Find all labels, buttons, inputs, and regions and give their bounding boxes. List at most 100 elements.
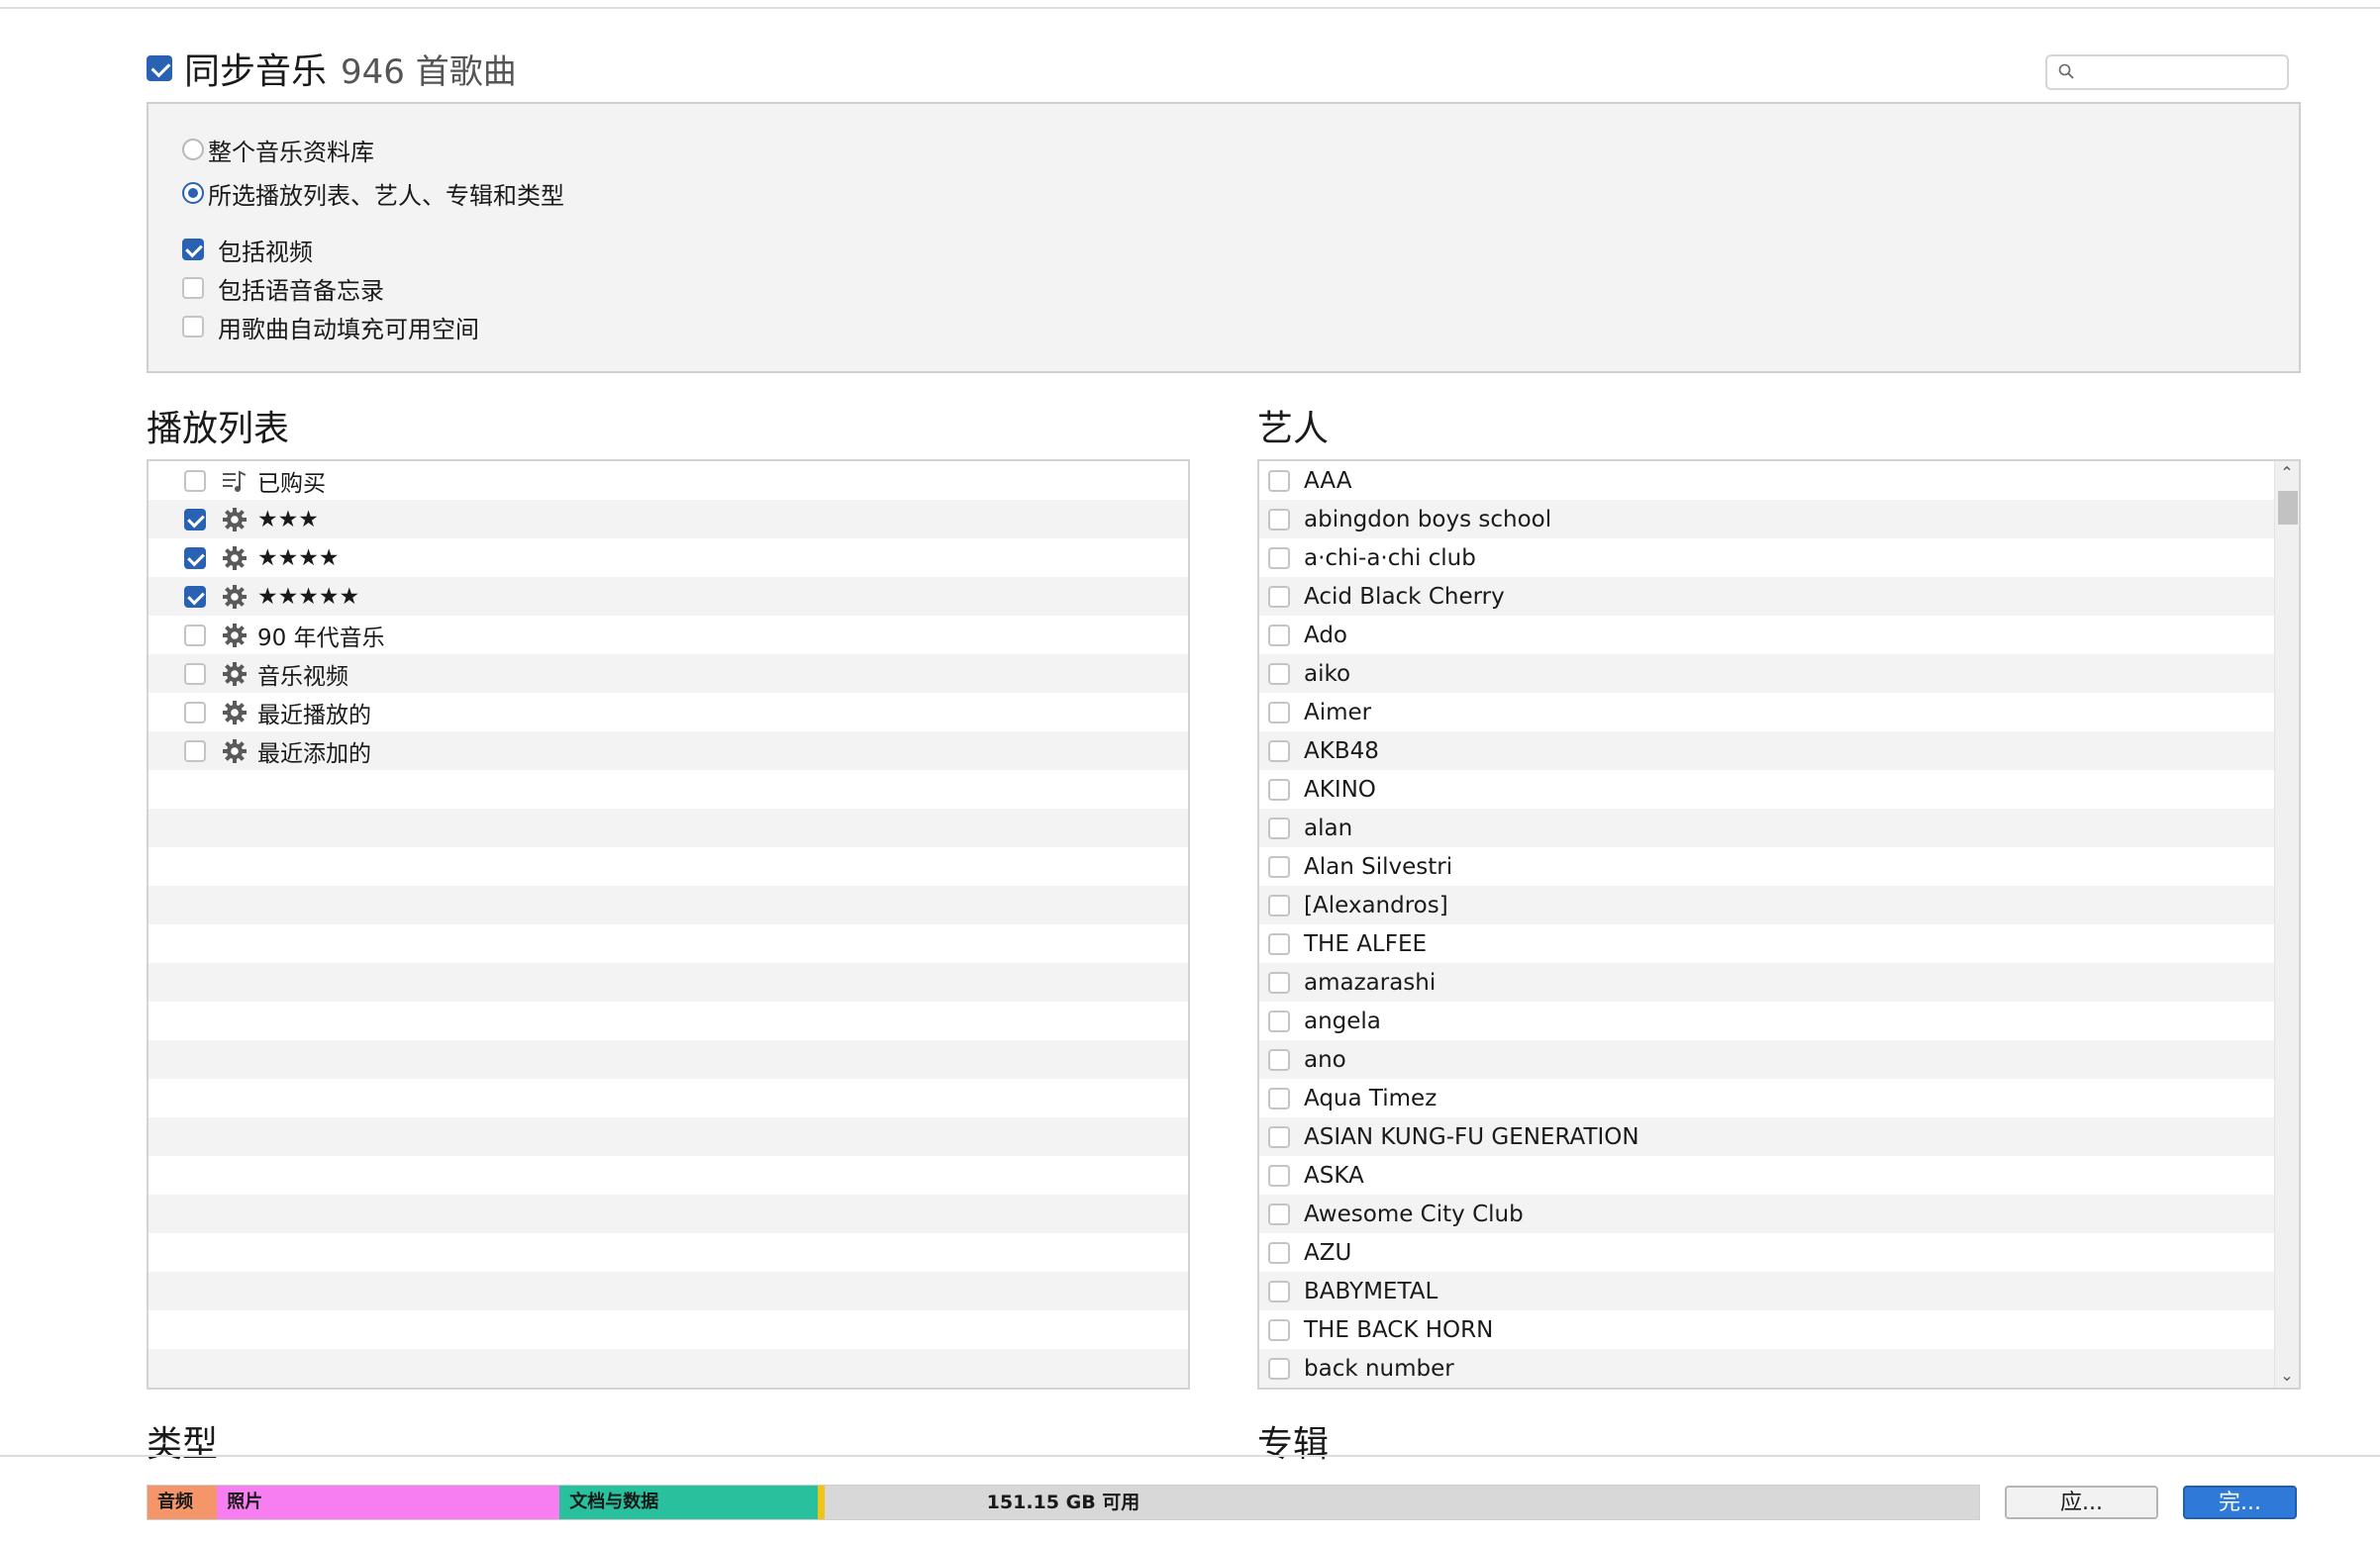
artist-checkbox[interactable] <box>1268 1357 1290 1380</box>
artist-row[interactable]: back number <box>1259 1349 2275 1388</box>
radio-entire-library-button[interactable] <box>182 139 204 160</box>
playlist-row[interactable]: 已购买 <box>149 461 1188 500</box>
radio-selected-items-button[interactable] <box>182 182 204 204</box>
radio-selected-items[interactable]: 所选播放列表、艺人、专辑和类型 <box>182 176 564 210</box>
artists-title: 艺人 <box>1257 409 1330 449</box>
artist-row[interactable]: Aimer <box>1259 693 2275 731</box>
artist-checkbox[interactable] <box>1268 1010 1290 1032</box>
include-voice-memos-option[interactable]: 包括语音备忘录 <box>182 271 384 305</box>
sync-music-checkbox[interactable] <box>147 55 172 81</box>
artist-row[interactable]: alan <box>1259 809 2275 847</box>
playlist-row[interactable]: ★★★★★ <box>149 577 1188 616</box>
sync-music-header: 同步音乐 946 首歌曲 <box>147 44 517 93</box>
playlist-checkbox[interactable] <box>184 546 206 569</box>
apply-button[interactable]: 应... <box>2005 1486 2158 1519</box>
artist-name: ASKA <box>1304 1162 1364 1189</box>
artist-row[interactable]: [Alexandros] <box>1259 886 2275 924</box>
playlist-checkbox[interactable] <box>184 739 206 762</box>
scroll-up-icon[interactable]: ⌃ <box>2275 463 2299 483</box>
playlist-checkbox[interactable] <box>184 469 206 492</box>
artist-row[interactable]: Alan Silvestri <box>1259 847 2275 886</box>
artist-row[interactable]: angela <box>1259 1002 2275 1040</box>
artist-name: a·chi-a·chi club <box>1304 544 1476 571</box>
playlist-row[interactable]: 音乐视频 <box>149 654 1188 693</box>
window-top-divider <box>0 7 2380 9</box>
artists-scrollbar[interactable]: ⌃ ⌄ <box>2274 461 2299 1388</box>
radio-entire-library[interactable]: 整个音乐资料库 <box>182 133 374 166</box>
artist-row[interactable]: AZU <box>1259 1233 2275 1272</box>
artist-checkbox[interactable] <box>1268 662 1290 685</box>
artist-checkbox[interactable] <box>1268 508 1290 530</box>
playlist-row[interactable]: 最近添加的 <box>149 731 1188 770</box>
artist-row[interactable]: AAA <box>1259 461 2275 500</box>
playlist-checkbox[interactable] <box>184 662 206 685</box>
empty-row <box>149 924 1188 963</box>
artist-row[interactable]: ano <box>1259 1040 2275 1079</box>
artist-name: BABYMETAL <box>1304 1278 1438 1304</box>
include-videos-option[interactable]: 包括视频 <box>182 233 313 266</box>
playlist-row[interactable]: ★★★ <box>149 500 1188 538</box>
include-videos-label: 包括视频 <box>218 238 313 266</box>
artist-row[interactable]: a·chi-a·chi club <box>1259 538 2275 577</box>
playlist-row[interactable]: ★★★★ <box>149 538 1188 577</box>
artist-row[interactable]: AKB48 <box>1259 731 2275 770</box>
artist-checkbox[interactable] <box>1268 1280 1290 1302</box>
include-videos-checkbox[interactable] <box>182 239 204 260</box>
artist-checkbox[interactable] <box>1268 855 1290 878</box>
artist-checkbox[interactable] <box>1268 1125 1290 1148</box>
playlist-checkbox[interactable] <box>184 624 206 646</box>
artist-name: abingdon boys school <box>1304 506 1552 532</box>
artist-checkbox[interactable] <box>1268 585 1290 608</box>
artist-checkbox[interactable] <box>1268 1241 1290 1264</box>
playlist-checkbox[interactable] <box>184 585 206 608</box>
radio-selected-items-label: 所选播放列表、艺人、专辑和类型 <box>208 181 564 210</box>
artist-checkbox[interactable] <box>1268 971 1290 994</box>
playlist-checkbox[interactable] <box>184 701 206 723</box>
artist-checkbox[interactable] <box>1268 894 1290 916</box>
albums-title: 专辑 <box>1257 1424 1330 1465</box>
artist-checkbox[interactable] <box>1268 1164 1290 1187</box>
artist-checkbox[interactable] <box>1268 778 1290 801</box>
artist-checkbox[interactable] <box>1268 739 1290 762</box>
artist-checkbox[interactable] <box>1268 546 1290 569</box>
artist-row[interactable]: THE BACK HORN <box>1259 1310 2275 1349</box>
artist-row[interactable]: Aqua Timez <box>1259 1079 2275 1117</box>
artist-checkbox[interactable] <box>1268 469 1290 492</box>
artist-name: ano <box>1304 1046 1346 1073</box>
artist-row[interactable]: Acid Black Cherry <box>1259 577 2275 616</box>
search-icon <box>2058 63 2074 79</box>
artist-row[interactable]: THE ALFEE <box>1259 924 2275 963</box>
artist-checkbox[interactable] <box>1268 1203 1290 1225</box>
scrollbar-thumb[interactable] <box>2278 491 2298 525</box>
playlist-row[interactable]: 90 年代音乐 <box>149 616 1188 654</box>
autofill-option[interactable]: 用歌曲自动填充可用空间 <box>182 310 479 343</box>
artist-checkbox[interactable] <box>1268 1087 1290 1109</box>
include-voice-memos-checkbox[interactable] <box>182 277 204 299</box>
artist-name: angela <box>1304 1008 1381 1034</box>
search-input[interactable] <box>2045 54 2289 90</box>
artist-row[interactable]: BABYMETAL <box>1259 1272 2275 1310</box>
playlist-row[interactable]: 最近播放的 <box>149 693 1188 731</box>
artist-checkbox[interactable] <box>1268 701 1290 723</box>
empty-row <box>149 886 1188 924</box>
artist-checkbox[interactable] <box>1268 1048 1290 1071</box>
artist-row[interactable]: ASIAN KUNG-FU GENERATION <box>1259 1117 2275 1156</box>
empty-row <box>149 1272 1188 1310</box>
artist-row[interactable]: ASKA <box>1259 1156 2275 1195</box>
artist-checkbox[interactable] <box>1268 817 1290 839</box>
artist-row[interactable]: abingdon boys school <box>1259 500 2275 538</box>
playlist-checkbox[interactable] <box>184 508 206 530</box>
artist-row[interactable]: AKINO <box>1259 770 2275 809</box>
artist-checkbox[interactable] <box>1268 1318 1290 1341</box>
artist-row[interactable]: aiko <box>1259 654 2275 693</box>
artist-checkbox[interactable] <box>1268 932 1290 955</box>
playlist-name: 最近播放的 <box>257 702 371 728</box>
artist-row[interactable]: Awesome City Club <box>1259 1195 2275 1233</box>
autofill-checkbox[interactable] <box>182 316 204 337</box>
artist-row[interactable]: amazarashi <box>1259 963 2275 1002</box>
empty-row <box>149 1349 1188 1388</box>
artist-checkbox[interactable] <box>1268 624 1290 646</box>
artist-row[interactable]: Ado <box>1259 616 2275 654</box>
done-button[interactable]: 完... <box>2183 1486 2297 1519</box>
scroll-down-icon[interactable]: ⌄ <box>2275 1366 2299 1386</box>
